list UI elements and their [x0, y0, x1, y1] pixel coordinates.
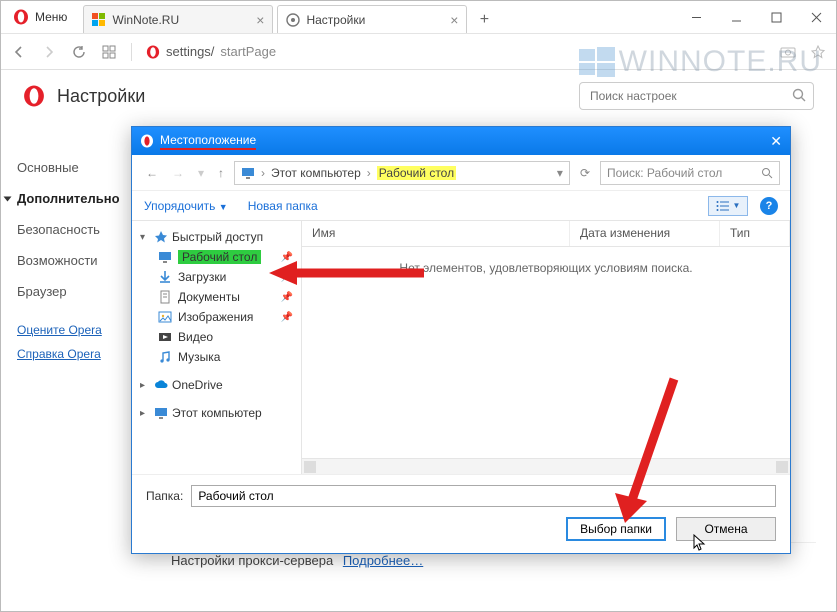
speed-dial-button[interactable] [101, 44, 117, 60]
dialog-titlebar[interactable]: Местоположение ✕ [132, 127, 790, 155]
sidebar-item-basic[interactable]: Основные [1, 152, 133, 183]
cloud-icon [154, 378, 168, 392]
nav-forward-button[interactable]: → [168, 166, 188, 180]
tree-item-documents[interactable]: Документы📌 [136, 287, 297, 307]
folder-picker-dialog: Местоположение ✕ ← → ▾ ↑ › Этот компьюте… [131, 126, 791, 554]
address-path: settings/ [166, 44, 214, 59]
forward-button[interactable] [41, 44, 57, 60]
tab-label: WinNote.RU [112, 13, 179, 27]
minimize-button[interactable] [676, 1, 716, 33]
folder-label: Папка: [146, 489, 183, 503]
star-icon [154, 230, 168, 244]
tree-item-downloads[interactable]: Загрузки📌 [136, 267, 297, 287]
search-icon [792, 88, 806, 102]
new-folder-button[interactable]: Новая папка [248, 199, 318, 213]
windows-icon [579, 47, 615, 77]
windows-icon [92, 13, 106, 27]
new-tab-button[interactable]: + [471, 7, 497, 33]
breadcrumb-root[interactable]: Этот компьютер [271, 166, 361, 180]
folder-tree: ▾ Быстрый доступ Рабочий стол📌 Загрузки📌… [132, 221, 302, 474]
menu-button[interactable]: Меню [1, 1, 79, 33]
sidebar-item-browser[interactable]: Браузер [1, 276, 133, 307]
desktop-icon [158, 250, 172, 264]
column-headers[interactable]: Имя Дата изменения Тип [302, 221, 790, 247]
breadcrumb-bar[interactable]: › Этот компьютер › Рабочий стол ▾ [234, 161, 570, 185]
col-name[interactable]: Имя [302, 221, 570, 246]
maximize-button[interactable] [756, 1, 796, 33]
search-icon [761, 167, 773, 179]
refresh-button[interactable]: ⟳ [576, 166, 594, 180]
monitor-icon [241, 166, 255, 180]
dialog-close-button[interactable]: ✕ [770, 133, 782, 150]
cancel-button[interactable]: Отмена [676, 517, 776, 541]
breadcrumb-leaf[interactable]: Рабочий стол [377, 166, 456, 180]
dialog-title: Местоположение [160, 133, 256, 150]
view-mode-button[interactable]: ▼ [708, 196, 748, 216]
empty-message: Нет элементов, удовлетворяющих условиям … [302, 247, 790, 458]
back-button[interactable] [11, 44, 27, 60]
opera-icon [13, 9, 29, 25]
tree-item-pictures[interactable]: Изображения📌 [136, 307, 297, 327]
monitor-icon [154, 406, 168, 420]
tab-strip: WinNote.RU × Настройки × + [79, 1, 676, 33]
tab-label: Настройки [306, 13, 365, 27]
gear-icon [286, 13, 300, 27]
sidebar-item-features[interactable]: Возможности [1, 245, 133, 276]
reload-button[interactable] [71, 44, 87, 60]
dialog-search-placeholder: Поиск: Рабочий стол [607, 166, 722, 180]
close-icon[interactable]: × [256, 12, 264, 28]
horizontal-scrollbar[interactable] [302, 458, 790, 474]
settings-sidebar: Основные Дополнительно Безопасность Возм… [1, 122, 133, 598]
pictures-icon [158, 310, 172, 324]
settings-search-input[interactable] [579, 82, 814, 110]
nav-back-button[interactable]: ← [142, 166, 162, 180]
nav-recent-button[interactable]: ▾ [194, 166, 208, 180]
help-button[interactable]: ? [760, 197, 778, 215]
menu-label: Меню [35, 10, 67, 24]
tree-this-pc[interactable]: ▸ Этот компьютер [136, 403, 297, 423]
close-button[interactable] [796, 1, 836, 33]
address-bar[interactable]: settings/startPage [146, 44, 276, 59]
rate-opera-link[interactable]: Оцените Opera [17, 323, 117, 337]
col-date[interactable]: Дата изменения [570, 221, 720, 246]
list-icon [716, 200, 730, 212]
col-type[interactable]: Тип [720, 221, 790, 246]
documents-icon [158, 290, 172, 304]
downloads-icon [158, 270, 172, 284]
proxy-label: Настройки прокси-сервера [171, 553, 333, 568]
address-subpath: startPage [220, 44, 276, 59]
watermark: WINNOTE.RU [579, 45, 822, 79]
select-folder-button[interactable]: Выбор папки [566, 517, 666, 541]
minimize2-button[interactable] [716, 1, 756, 33]
tab-winnote[interactable]: WinNote.RU × [83, 5, 273, 33]
opera-icon [140, 134, 154, 148]
dialog-search[interactable]: Поиск: Рабочий стол [600, 161, 780, 185]
tab-settings[interactable]: Настройки × [277, 5, 467, 33]
video-icon [158, 330, 172, 344]
tree-item-video[interactable]: Видео [136, 327, 297, 347]
tree-onedrive[interactable]: ▸ OneDrive [136, 375, 297, 395]
organize-menu[interactable]: Упорядочить ▼ [144, 199, 228, 213]
music-icon [158, 350, 172, 364]
tree-quick-access[interactable]: ▾ Быстрый доступ [136, 227, 297, 247]
folder-name-input[interactable] [191, 485, 776, 507]
page-title: Настройки [57, 86, 145, 107]
sidebar-item-security[interactable]: Безопасность [1, 214, 133, 245]
opera-icon [146, 45, 160, 59]
cursor-icon [693, 534, 707, 552]
close-icon[interactable]: × [450, 12, 458, 28]
tree-item-desktop[interactable]: Рабочий стол📌 [136, 247, 297, 267]
opera-help-link[interactable]: Справка Opera [17, 347, 117, 361]
sidebar-item-advanced[interactable]: Дополнительно [1, 183, 133, 214]
proxy-more-link[interactable]: Подробнее… [343, 553, 423, 568]
opera-icon [23, 85, 45, 107]
tree-item-music[interactable]: Музыка [136, 347, 297, 367]
nav-up-button[interactable]: ↑ [214, 166, 228, 180]
